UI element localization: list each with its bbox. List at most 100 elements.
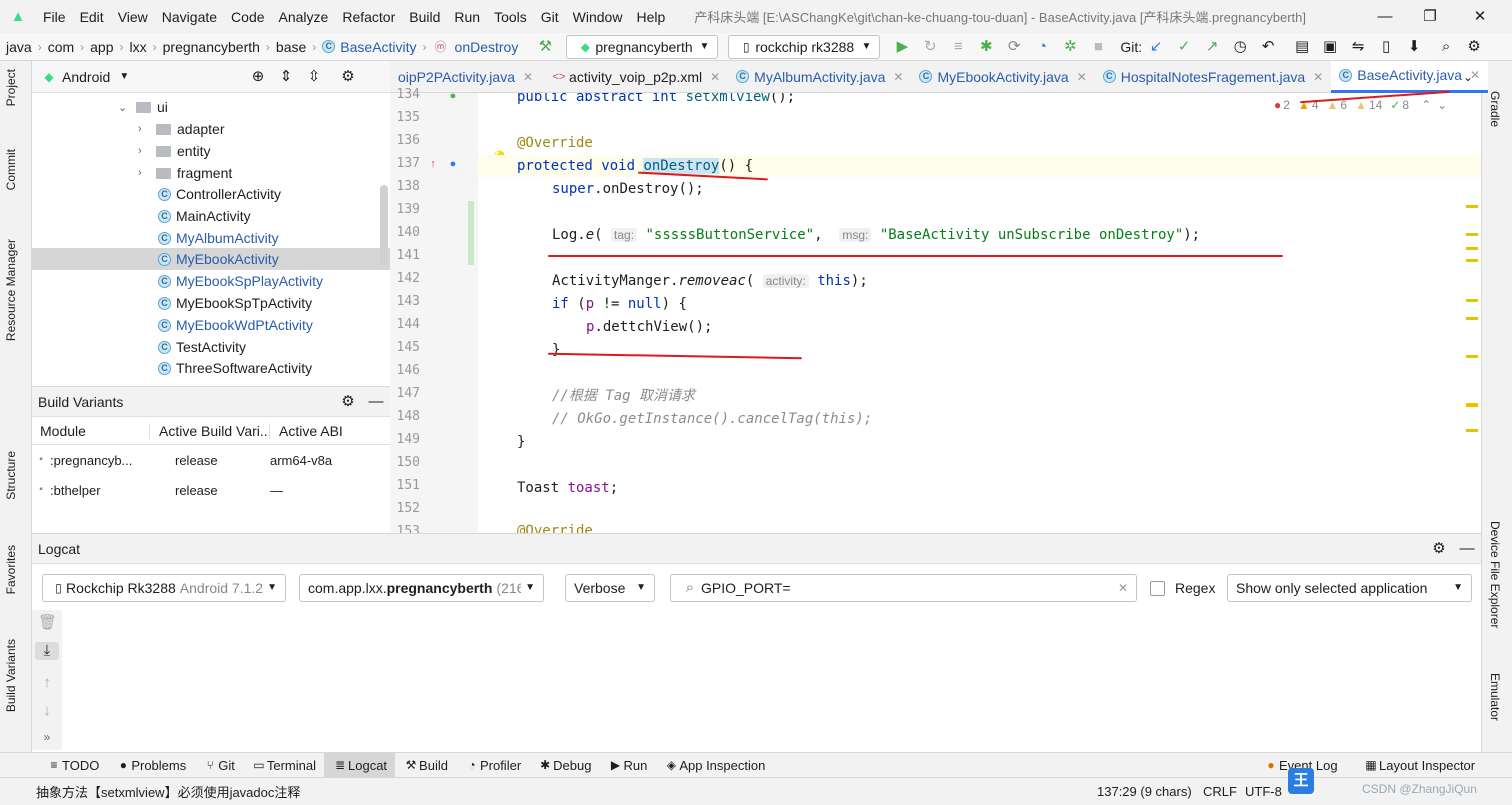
git-push-icon[interactable]: ↗ [1198, 38, 1226, 56]
implementation-icon[interactable]: ● [446, 155, 460, 173]
attach-icon[interactable]: ⟳ [1000, 38, 1028, 56]
menu-git[interactable]: Git [534, 9, 566, 25]
tab-build[interactable]: ⚒ Build [395, 753, 456, 778]
inspection-widget[interactable]: ● 2 ▲ 4 ▲ 6 ▲ 14 ✓ 8 ⌃ ⌄ [1274, 98, 1447, 112]
rollback-icon[interactable]: ↶ [1254, 38, 1282, 56]
apply-code-icon[interactable]: ≡ [944, 38, 972, 56]
regex-checkbox[interactable]: Regex [1150, 580, 1215, 596]
tab-profiler[interactable]: ◔ Profiler [456, 753, 529, 778]
error-stripe[interactable] [1466, 203, 1480, 453]
tab-terminal[interactable]: ▭ Terminal [243, 753, 324, 778]
stripe-mark[interactable] [1466, 233, 1478, 236]
tree-item-myalbumactivity[interactable]: C MyAlbumActivity [158, 227, 279, 249]
checkbox-icon[interactable] [1150, 580, 1165, 596]
table-row[interactable]: ▪ :pregnancyb... release arm64-v8a [32, 445, 390, 475]
arrow-down-icon[interactable]: ↓ [38, 702, 56, 720]
arrow-up-icon[interactable]: ↑ [38, 674, 56, 692]
side-tab-device-file-explorer[interactable]: Device File Explorer [1488, 521, 1502, 628]
project-view-selector[interactable]: Android [62, 69, 110, 85]
project-structure-icon[interactable]: ▤ [1288, 38, 1316, 56]
avd-icon[interactable]: ▯ [1372, 38, 1400, 56]
breadcrumb-pregnancyberth[interactable]: pregnancyberth [157, 39, 266, 55]
menu-run[interactable]: Run [447, 9, 487, 25]
tree-item-myebooksp-playactivity[interactable]: C MyEbookSpPlayActivity [158, 270, 323, 292]
menu-edit[interactable]: Edit [73, 9, 111, 25]
file-encoding[interactable]: UTF-8 [1245, 784, 1282, 799]
close-icon[interactable]: ✕ [1077, 70, 1087, 84]
menu-help[interactable]: Help [629, 9, 672, 25]
tree-item-myebooksptpactivity[interactable]: C MyEbookSpTpActivity [158, 292, 312, 314]
variant-cell[interactable]: release [150, 453, 270, 468]
menu-analyze[interactable]: Analyze [272, 9, 336, 25]
stripe-mark[interactable] [1466, 429, 1478, 432]
chevron-down-icon[interactable]: ▼ [114, 68, 134, 86]
chevron-right-icon[interactable]: › [138, 123, 150, 135]
abi-cell[interactable]: — [270, 483, 283, 498]
tree-item-myebookwdptactivity[interactable]: C MyEbookWdPtActivity [158, 314, 313, 336]
menu-file[interactable]: File [36, 9, 73, 25]
tab-app-inspection[interactable]: ◈ App Inspection [655, 753, 773, 778]
caret-position[interactable]: 137:29 (9 chars) [1097, 784, 1192, 799]
git-commit-icon[interactable]: ✓ [1170, 38, 1198, 56]
stop-icon[interactable]: ■ [1084, 38, 1112, 56]
implemented-icon[interactable]: ● [446, 87, 460, 105]
breadcrumb-java[interactable]: java [0, 39, 38, 55]
tree-item-ui[interactable]: ⌄ ui [118, 96, 168, 118]
attach-debugger-icon[interactable]: ✲ [1056, 38, 1084, 56]
side-tab-gradle[interactable]: Gradle [1488, 91, 1502, 127]
clear-icon[interactable]: ✕ [1118, 579, 1128, 597]
logcat-filter-dropdown[interactable]: Show only selected application ▼ [1227, 574, 1472, 602]
profile-icon[interactable]: ◔ [1028, 38, 1056, 56]
apply-changes-icon[interactable]: ↻ [916, 38, 944, 56]
tree-item-entity[interactable]: › entity [138, 140, 210, 162]
side-tab-favorites[interactable]: Favorites [4, 545, 18, 594]
code-editor[interactable]: 💡 public abstract int setxmlview(); @Ove… [478, 93, 1481, 533]
tab-run[interactable]: ▶ Run [599, 753, 655, 778]
abi-cell[interactable]: arm64-v8a [270, 453, 332, 468]
tab-myebookactivity[interactable]: C MyEbookActivity.java ✕ [911, 61, 1094, 93]
more-icon[interactable]: » [38, 728, 56, 746]
tree-item-adapter[interactable]: › adapter [138, 118, 224, 140]
hide-icon[interactable]: — [364, 393, 388, 411]
stripe-mark[interactable] [1466, 299, 1478, 302]
tree-item-fragment[interactable]: › fragment [138, 162, 232, 184]
close-icon[interactable]: ✕ [1465, 8, 1495, 26]
trash-icon[interactable]: 🗑 [38, 614, 57, 632]
side-tab-project[interactable]: Project [4, 69, 18, 106]
tab-logcat[interactable]: ≣ Logcat [324, 752, 396, 778]
line-separator[interactable]: CRLF [1203, 784, 1237, 799]
column-header-module[interactable]: Module [32, 422, 150, 439]
expand-all-icon[interactable]: ⇕ [272, 68, 300, 86]
maximize-icon[interactable]: ❐ [1415, 8, 1445, 26]
logcat-level-dropdown[interactable]: Verbose ▼ [565, 574, 655, 602]
sync-gradle-icon[interactable]: ⇋ [1344, 38, 1372, 56]
breadcrumb-com[interactable]: com [42, 39, 80, 55]
chevron-right-icon[interactable]: › [138, 167, 150, 179]
column-header-abi[interactable]: Active ABI [270, 423, 343, 439]
menu-navigate[interactable]: Navigate [155, 9, 224, 25]
override-up-icon[interactable]: ↑ [426, 155, 440, 173]
side-tab-build-variants[interactable]: Build Variants [4, 639, 18, 712]
close-icon[interactable]: ✕ [1313, 70, 1323, 84]
settings-icon[interactable]: ⚙ [336, 393, 360, 411]
side-tab-commit[interactable]: Commit [4, 149, 18, 190]
logcat-search-input[interactable]: ⌕ GPIO_PORT= ✕ [670, 574, 1137, 602]
settings-icon[interactable]: ⚙ [1460, 38, 1488, 56]
tree-item-controlleractivity[interactable]: C ControllerActivity [158, 183, 281, 205]
logcat-process-dropdown[interactable]: com.app.lxx.pregnancyberth (2165 ▼ [299, 574, 544, 602]
tab-hospitalnotesfragement[interactable]: C HospitalNotesFragement.java ✕ [1095, 61, 1331, 93]
side-tab-emulator[interactable]: Emulator [1488, 673, 1502, 721]
menu-tools[interactable]: Tools [487, 9, 534, 25]
breadcrumb-app[interactable]: app [84, 39, 119, 55]
chevron-down-icon[interactable]: ⌄ [1458, 68, 1478, 86]
breadcrumb-baseactivity[interactable]: BaseActivity [340, 39, 422, 55]
tab-layout-inspector[interactable]: ▦ Layout Inspector [1355, 753, 1483, 778]
settings-icon[interactable]: ⚙ [1428, 540, 1450, 558]
chevron-up-icon[interactable]: ⌃ [1421, 98, 1431, 112]
tree-item-threesoftwareactivity[interactable]: C ThreeSoftwareActivity [158, 357, 312, 379]
chevron-down-icon[interactable]: ⌄ [118, 101, 130, 114]
tab-activity-voip-p2p[interactable]: <> activity_voip_p2p.xml ✕ [541, 61, 728, 93]
chevron-down-icon[interactable]: ⌄ [1437, 98, 1447, 112]
tree-item-mainactivity[interactable]: C MainActivity [158, 205, 251, 227]
menu-window[interactable]: Window [566, 9, 630, 25]
